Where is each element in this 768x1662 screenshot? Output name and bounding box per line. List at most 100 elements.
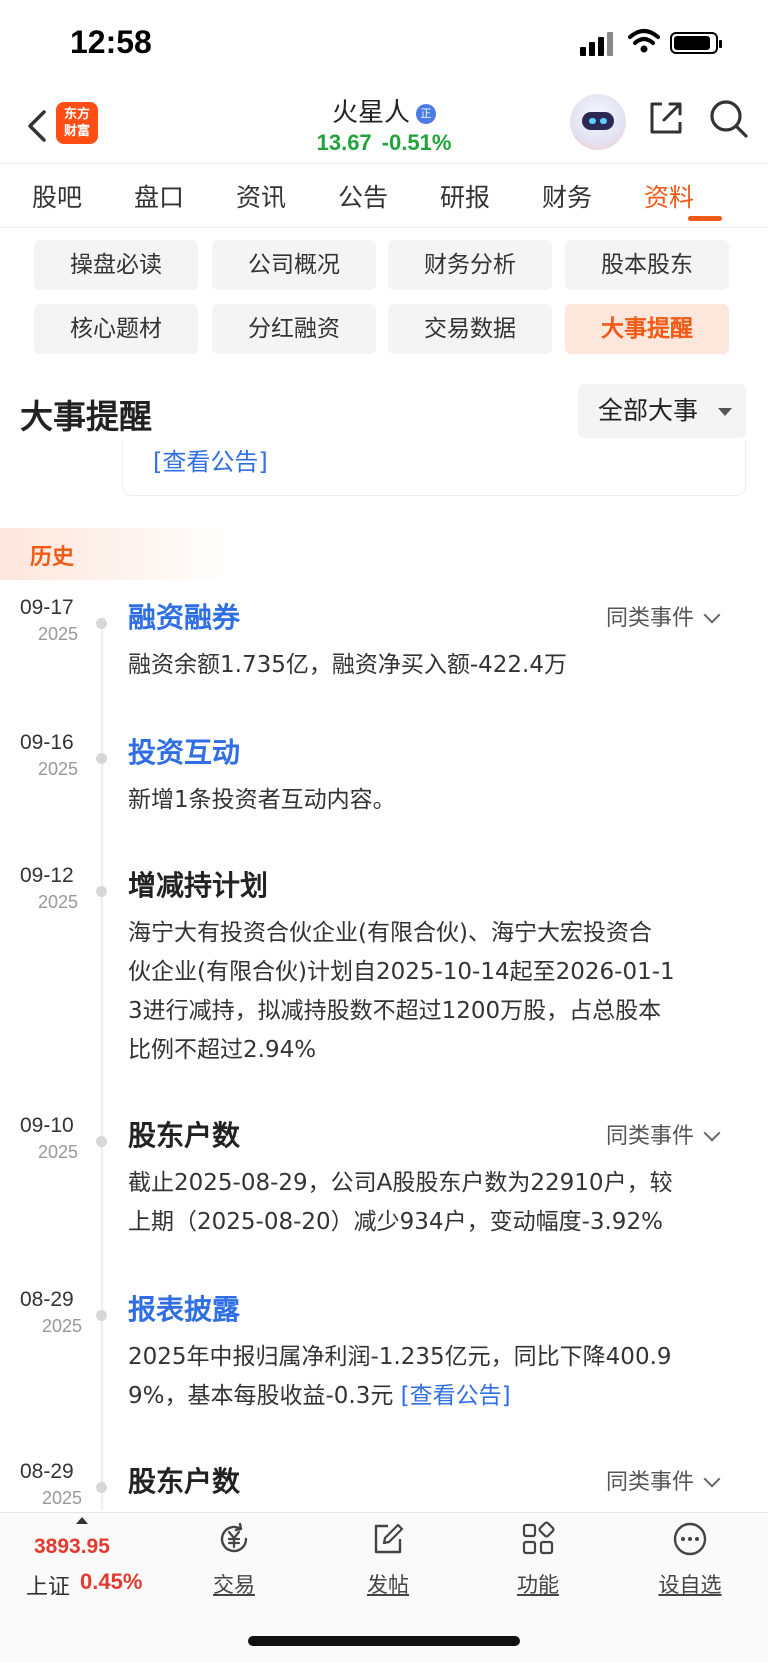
sub-tab-1[interactable]: 公司概况 — [212, 240, 376, 290]
timeline-dot — [96, 753, 107, 764]
view-announcement-link[interactable]: [查看公告] — [153, 442, 268, 477]
event-filter-dropdown[interactable]: 全部大事 — [578, 384, 746, 438]
search-icon[interactable] — [708, 98, 750, 140]
nav-label: 功能 — [517, 1573, 559, 1597]
index-value[interactable]: 3893.95 — [34, 1535, 110, 1559]
stock-header: 东方 财富 火星人正 13.67 -0.51% — [0, 88, 768, 164]
sub-tab-7[interactable]: 大事提醒 — [565, 304, 729, 354]
page: 12:58 东方 财富 火星人正 13.67 -0.51% 股吧 盘口 资讯 公… — [0, 0, 768, 1662]
index-name[interactable]: 上证 — [26, 1569, 70, 1601]
event-description: 海宁大有投资合伙企业(有限合伙)、海宁大宏投资合 伙企业(有限合伙)计划自2025… — [128, 914, 732, 1070]
more-dots-icon — [673, 1522, 707, 1556]
view-announcement-link[interactable]: [查看公告] — [393, 1383, 511, 1409]
history-label-text: 历史 — [30, 545, 75, 570]
event-filter-value: 全部大事 — [598, 396, 699, 425]
stock-price: 13.67 — [316, 130, 372, 155]
event-year: 2025 — [38, 892, 79, 912]
event-year: 2025 — [38, 759, 79, 779]
grid-icon — [522, 1521, 555, 1555]
compose-icon — [374, 1523, 404, 1554]
event-title[interactable]: 融资融券 — [128, 596, 240, 636]
event-description-line: 海宁大有投资合伙企业(有限合伙)、海宁大宏投资合 — [128, 920, 652, 946]
chevron-down-icon — [703, 606, 721, 624]
event-year: 2025 — [42, 1316, 83, 1336]
tab-4[interactable]: 研报 — [440, 178, 490, 214]
share-icon[interactable] — [646, 98, 686, 138]
nav-label: 设自选 — [658, 1573, 722, 1597]
event-date: 08-29 — [20, 1460, 74, 1483]
expand-caret-icon[interactable] — [76, 1517, 88, 1524]
event-description-line: 2025年中报归属净利润-1.235亿元，同比下降400.9 — [128, 1344, 672, 1370]
trade-yen-icon — [220, 1522, 248, 1553]
tab-3[interactable]: 公告 — [338, 178, 388, 214]
nav-functions[interactable]: 功能 — [488, 1521, 588, 1599]
main-tabs: 股吧 盘口 资讯 公告 研报 财务 资料 — [0, 164, 768, 228]
event-title[interactable]: 报表披露 — [128, 1288, 240, 1328]
event-title: 股东户数 — [128, 1465, 241, 1498]
index-change[interactable]: 0.45% — [80, 1569, 142, 1595]
cellular-signal-icon — [580, 32, 614, 56]
tab-2[interactable]: 资讯 — [236, 178, 286, 214]
event-title[interactable]: 投资互动 — [128, 731, 240, 771]
event-description: 融资余额1.735亿，融资净买入额-422.4万 — [128, 646, 732, 685]
stock-change-pct: -0.51% — [381, 130, 452, 155]
event-year: 2025 — [38, 624, 79, 644]
section-title: 大事提醒 — [20, 397, 152, 436]
robot-assistant-icon[interactable] — [570, 94, 626, 150]
sub-tab-5[interactable]: 分红融资 — [212, 304, 376, 354]
timeline-line — [101, 618, 103, 1510]
event-description-line: 9%，基本每股收益-0.3元 [查看公告] — [128, 1383, 511, 1409]
similar-events-button[interactable]: 同类事件 — [606, 1118, 721, 1150]
event-description: 2025年中报归属净利润-1.235亿元，同比下降400.9 9%，基本每股收益-… — [128, 1338, 732, 1416]
battery-icon — [670, 32, 722, 54]
similar-events-button[interactable]: 同类事件 — [606, 1464, 721, 1496]
chevron-down-icon — [703, 1124, 721, 1142]
history-label: 历史 — [0, 528, 230, 580]
event-title: 增减持计划 — [128, 869, 269, 902]
nav-add-watchlist[interactable]: 设自选 — [640, 1521, 740, 1599]
event-title: 股东户数 — [128, 1119, 241, 1152]
event-date: 09-17 — [20, 596, 74, 619]
sub-tab-3[interactable]: 股本股东 — [565, 240, 729, 290]
active-tab-indicator — [688, 216, 722, 221]
sub-tab-0[interactable]: 操盘必读 — [34, 240, 198, 290]
event-description: 截止2025-08-29，公司A股股东户数为22910户，较 上期（2025-08… — [128, 1164, 732, 1242]
nav-trade[interactable]: 交易 — [184, 1521, 284, 1599]
tab-6[interactable]: 资料 — [644, 178, 694, 214]
tab-1[interactable]: 盘口 — [134, 178, 184, 214]
previous-event-card: [查看公告] — [122, 440, 746, 496]
sub-tab-6[interactable]: 交易数据 — [388, 304, 552, 354]
sub-tab-4[interactable]: 核心题材 — [34, 304, 198, 354]
status-bar: 12:58 — [0, 0, 768, 88]
chevron-down-icon — [703, 1470, 721, 1488]
event-date: 09-12 — [20, 864, 74, 887]
similar-events-button[interactable]: 同类事件 — [606, 600, 721, 632]
status-time: 12:58 — [70, 24, 152, 60]
similar-events-label: 同类事件 — [606, 606, 695, 631]
tab-0[interactable]: 股吧 — [32, 178, 82, 214]
registration-badge: 正 — [416, 103, 436, 124]
event-description-line: 上期（2025-08-20）减少934户，变动幅度-3.92% — [128, 1209, 663, 1235]
event-year: 2025 — [42, 1488, 83, 1508]
event-description-line: 3进行减持，拟减持股数不超过1200万股，占总股本 — [128, 998, 662, 1024]
timeline-dot — [96, 618, 107, 629]
tab-5[interactable]: 财务 — [542, 178, 592, 214]
timeline-dot — [96, 1310, 107, 1321]
event-date: 09-10 — [20, 1114, 74, 1137]
event-year: 2025 — [38, 1142, 79, 1162]
sub-tab-2[interactable]: 财务分析 — [388, 240, 552, 290]
similar-events-label: 同类事件 — [606, 1124, 695, 1149]
event-description: 新增1条投资者互动内容。 — [128, 781, 732, 820]
timeline-dot — [96, 1482, 107, 1493]
event-description-line: 融资余额1.735亿，融资净买入额-422.4万 — [128, 652, 567, 678]
nav-post[interactable]: 发帖 — [338, 1521, 438, 1599]
home-indicator — [248, 1636, 520, 1646]
caret-down-icon — [718, 408, 732, 416]
event-description-line: 伙企业(有限合伙)计划自2025-10-14起至2026-01-1 — [128, 959, 675, 985]
event-description-line: 新增1条投资者互动内容。 — [128, 787, 396, 813]
timeline-dot — [96, 886, 107, 897]
similar-events-label: 同类事件 — [606, 1470, 695, 1495]
wifi-icon — [628, 29, 660, 53]
nav-label: 发帖 — [367, 1573, 409, 1597]
event-date: 09-16 — [20, 731, 74, 754]
